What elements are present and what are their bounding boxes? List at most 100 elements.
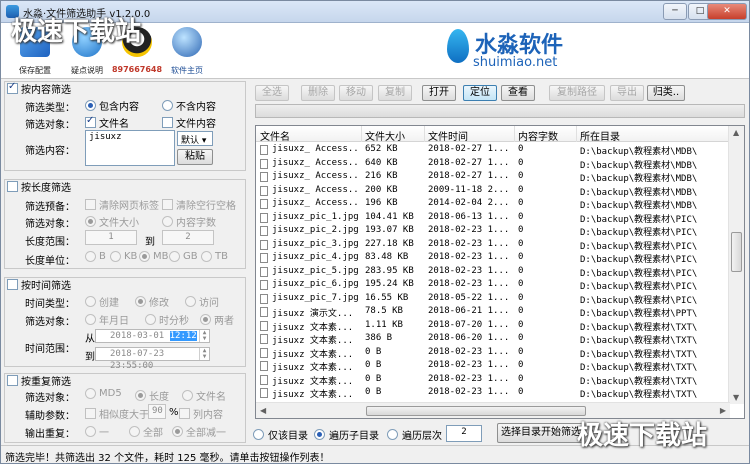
content-type-exclude[interactable]: 不含内容 <box>162 98 216 113</box>
table-row[interactable]: jisuxz 文本素... 0 B 2018-02-23 1... 0 D:\backu… <box>256 386 730 400</box>
content-filter-checkbox[interactable] <box>7 81 18 94</box>
select-all-button[interactable]: 全选 <box>255 85 289 101</box>
col-wordcount[interactable]: 内容字数 <box>518 128 558 143</box>
minimize-button[interactable]: ─ <box>663 3 687 20</box>
cell-directory: D:\backup\教程素材\PPT\ <box>580 309 698 319</box>
length-object-wordcount[interactable]: 内容字数 <box>162 214 216 229</box>
content-value-input[interactable]: jisuxz <box>85 130 175 166</box>
dup-aux-similarity[interactable]: 相似度大于 <box>85 406 149 421</box>
content-filter-header[interactable]: 按内容筛选 <box>7 81 71 96</box>
cell-wordcount: 0 <box>518 387 524 397</box>
table-row[interactable]: jisuxz_ Access... 216 KB 2018-02-27 1... 0 D… <box>256 170 730 184</box>
time-object-date[interactable]: 年月日 <box>85 312 129 327</box>
length-range-from[interactable]: 1 <box>85 230 137 245</box>
cell-wordcount: 0 <box>518 306 524 316</box>
open-button[interactable]: 打开 <box>422 85 456 101</box>
dup-object-length[interactable]: 长度 <box>135 388 169 403</box>
table-row[interactable]: jisuxz 文本素... 1.11 KB 2018-07-20 1... 0 D:\b… <box>256 319 730 333</box>
classify-button[interactable]: 归类.. <box>647 85 685 101</box>
table-row[interactable]: jisuxz_pic_6.jpg 195.24 KB 2018-02-23 1...… <box>256 278 730 292</box>
length-unit-kb[interactable]: KB <box>110 251 137 262</box>
time-object-both[interactable]: 两者 <box>200 312 234 327</box>
col-filesize[interactable]: 文件大小 <box>365 128 405 143</box>
dup-output-one[interactable]: 一 <box>85 424 109 439</box>
table-row[interactable]: jisuxz_pic_2.jpg 193.07 KB 2018-02-23 1...… <box>256 224 730 238</box>
table-row[interactable]: jisuxz_pic_3.jpg 227.18 KB 2018-02-23 1...… <box>256 238 730 252</box>
time-from-picker[interactable]: 2018-03-01 12:12 ▲ ▼ <box>95 329 210 343</box>
table-row[interactable]: jisuxz 文本素... 0 B 2018-02-23 1... 0 D:\backu… <box>256 373 730 387</box>
file-icon <box>260 158 268 169</box>
content-type-include[interactable]: 包含内容 <box>85 98 139 113</box>
table-row[interactable]: jisuxz 文本素... 386 B 2018-06-20 1... 0 D:\bac… <box>256 332 730 346</box>
paste-button[interactable]: 粘贴 <box>177 149 213 165</box>
table-row[interactable]: jisuxz_ Access... 200 KB 2009-11-18 2... 0 D… <box>256 184 730 198</box>
col-filename[interactable]: 文件名 <box>260 128 290 143</box>
homepage-tool[interactable]: 软件主页 <box>161 25 213 76</box>
table-row[interactable]: jisuxz_ Access... 640 KB 2018-02-27 1... 0 D… <box>256 157 730 171</box>
table-row[interactable]: jisuxz_pic_4.jpg 83.48 KB 2018-02-23 1... 0… <box>256 251 730 265</box>
table-row[interactable]: jisuxz 文本素... 0 B 2018-02-23 1... 0 D:\backu… <box>256 359 730 373</box>
vertical-scroll-thumb[interactable] <box>731 232 742 272</box>
length-unit-tb[interactable]: TB <box>201 251 228 262</box>
dup-aux-value[interactable]: 90 <box>148 404 166 419</box>
table-row[interactable]: jisuxz_pic_5.jpg 283.95 KB 2018-02-23 1...… <box>256 265 730 279</box>
table-row[interactable]: jisuxz 演示文... 78.5 KB 2018-06-21 1... 0 D:\b… <box>256 305 730 319</box>
scope-subdirs[interactable]: 遍历子目录 <box>314 425 379 443</box>
length-unit-gb[interactable]: GB <box>169 251 198 262</box>
length-range-to[interactable]: 2 <box>162 230 214 245</box>
length-preset-label: 筛选预备： <box>25 202 75 213</box>
vertical-scrollbar[interactable]: ▲ ▼ <box>728 126 744 404</box>
move-button[interactable]: 移动 <box>339 85 373 101</box>
dup-object-filename[interactable]: 文件名 <box>182 388 226 403</box>
time-filter-checkbox[interactable] <box>7 279 18 290</box>
duplicate-filter-header[interactable]: 按重复筛选 <box>7 373 71 388</box>
cell-filename: jisuxz_pic_5.jpg <box>272 265 359 276</box>
dup-output-all-minus-one[interactable]: 全部减一 <box>172 424 226 439</box>
content-object-filename[interactable]: 文件名 <box>85 115 129 130</box>
col-filetime[interactable]: 文件时间 <box>428 128 468 143</box>
locate-button[interactable]: 定位 <box>463 85 497 101</box>
cell-filesize: 652 KB <box>365 144 398 154</box>
table-row[interactable]: jisuxz 文本素... 0 B 2018-02-23 1... 0 D:\backu… <box>256 346 730 360</box>
view-button[interactable]: 查看 <box>501 85 535 101</box>
time-object-time[interactable]: 时分秒 <box>145 312 189 327</box>
dup-object-md5[interactable]: MD5 <box>85 388 122 399</box>
length-filter-header[interactable]: 按长度筛选 <box>7 179 71 194</box>
dup-output-all[interactable]: 全部 <box>129 424 163 439</box>
cell-filetime: 2018-02-23 1... <box>428 252 510 262</box>
table-row[interactable]: jisuxz_ Access... 652 KB 2018-02-27 1... 0 D… <box>256 143 730 157</box>
dup-aux-column[interactable]: 列内容 <box>179 406 223 421</box>
length-preset-strip-html[interactable]: 清除网页标签 <box>85 197 159 212</box>
copy-path-button[interactable]: 复制路径 <box>549 85 605 101</box>
file-list[interactable]: 文件名 文件大小 文件时间 内容字数 所在目录 jisuxz_ Access..… <box>255 125 745 419</box>
duplicate-filter-checkbox[interactable] <box>7 375 18 386</box>
table-row[interactable]: jisuxz_pic_1.jpg 104.41 KB 2018-06-13 1...… <box>256 211 730 225</box>
time-filter-header[interactable]: 按时间筛选 <box>7 277 71 292</box>
length-filter-checkbox[interactable] <box>7 181 18 192</box>
table-row[interactable]: jisuxz_ Access... 196 KB 2014-02-04 2... 0 D… <box>256 197 730 211</box>
horizontal-scroll-thumb[interactable] <box>366 406 586 416</box>
length-unit-mb[interactable]: MB <box>139 251 169 262</box>
depth-input[interactable]: 2 <box>446 425 482 442</box>
cell-filename: jisuxz_pic_6.jpg <box>272 279 359 289</box>
time-type-modified[interactable]: 修改 <box>135 294 169 309</box>
delete-button[interactable]: 删除 <box>301 85 335 101</box>
length-object-filesize[interactable]: 文件大小 <box>85 214 139 229</box>
length-preset-strip-blank[interactable]: 清除空行空格 <box>162 197 236 212</box>
copy-button[interactable]: 复制 <box>378 85 412 101</box>
export-button[interactable]: 导出 <box>610 85 644 101</box>
time-type-created[interactable]: 创建 <box>85 294 119 309</box>
content-default-select[interactable]: 默认 ▾ <box>177 131 213 146</box>
content-object-filecontent[interactable]: 文件内容 <box>162 115 216 130</box>
time-type-accessed[interactable]: 访问 <box>185 294 219 309</box>
close-button[interactable]: ✕ <box>707 3 747 20</box>
col-directory[interactable]: 所在目录 <box>580 128 620 143</box>
table-row[interactable]: jisuxz_pic_7.jpg 16.55 KB 2018-05-22 1... 0… <box>256 292 730 306</box>
scope-depth[interactable]: 遍历层次 <box>387 425 442 443</box>
start-filter-button[interactable]: 选择目录开始筛选 <box>497 423 585 443</box>
dup-aux-unit: % <box>169 407 179 418</box>
progress-bar <box>255 104 745 118</box>
time-to-picker[interactable]: 2018-07-23 23:55:00 ▲ ▼ <box>95 347 210 371</box>
scope-current-dir[interactable]: 仅该目录 <box>253 425 308 443</box>
length-unit-b[interactable]: B <box>85 251 106 262</box>
